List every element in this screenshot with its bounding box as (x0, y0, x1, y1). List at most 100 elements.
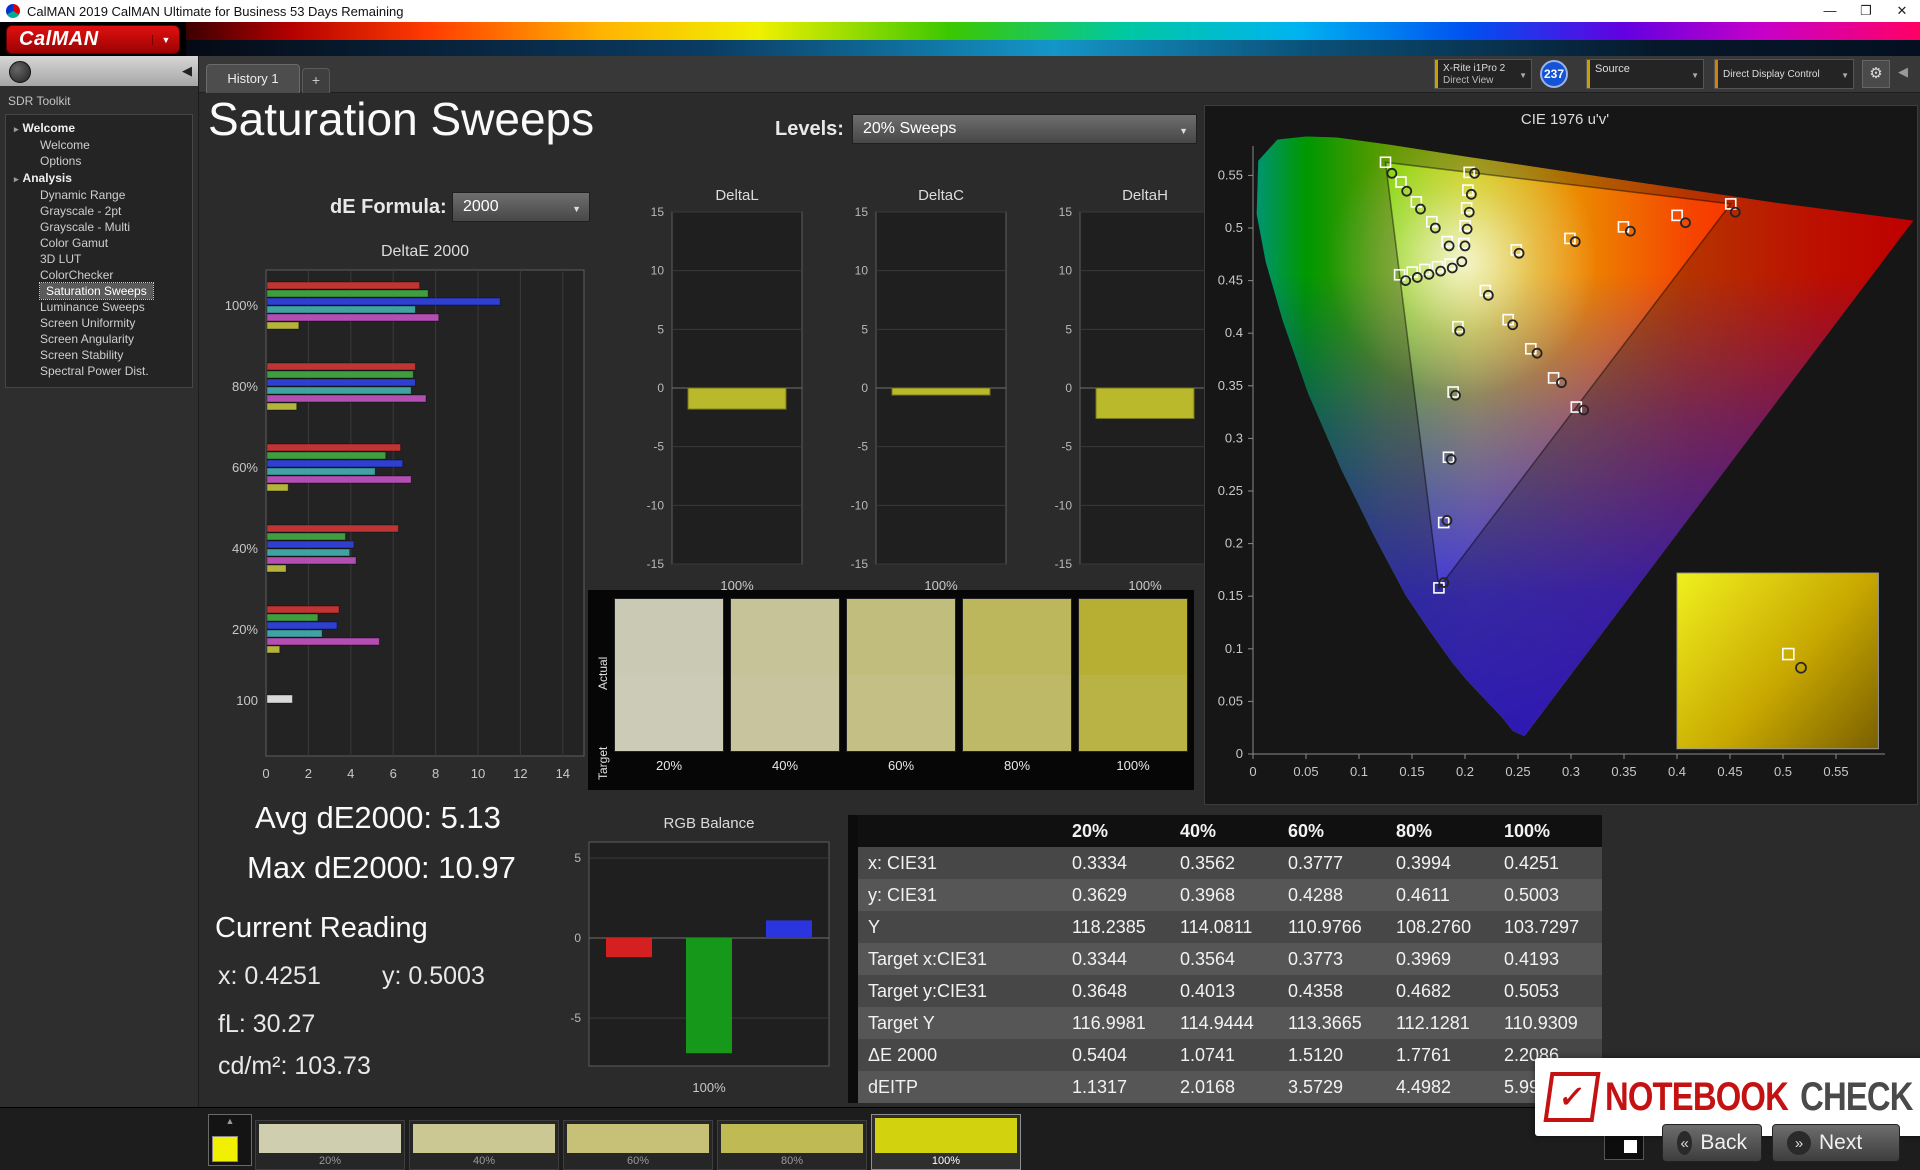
swatch-target (615, 675, 723, 751)
meter-reading-badge[interactable]: 237 (1540, 60, 1568, 88)
svg-text:-15: -15 (851, 557, 869, 571)
levels-dropdown[interactable]: 20% Sweeps ▼ (852, 114, 1197, 144)
sidebar-item-welcome[interactable]: Welcome (6, 137, 192, 153)
swatch-target (963, 675, 1071, 751)
calman-logo-text: CalMAN (7, 28, 152, 51)
table-cell: 0.3994 (1386, 847, 1494, 879)
next-label: Next (1819, 1131, 1862, 1155)
sidebar-item-screen-stability[interactable]: Screen Stability (6, 347, 192, 363)
svg-text:-15: -15 (1055, 557, 1073, 571)
svg-text:0.35: 0.35 (1218, 378, 1243, 393)
svg-text:0.2: 0.2 (1225, 536, 1243, 551)
sidebar-item-options[interactable]: Options (6, 153, 192, 169)
sidebar-item-color-gamut[interactable]: Color Gamut (6, 235, 192, 251)
chevron-left-icon: « (1677, 1131, 1692, 1155)
sidebar-collapse-icon[interactable]: ◀ (182, 63, 192, 79)
svg-text:0.25: 0.25 (1218, 483, 1243, 498)
patch-button-100%[interactable]: 100% (871, 1114, 1021, 1170)
display-control-selector[interactable]: Direct Display Control ▼ (1714, 59, 1854, 89)
patch-label: 60% (564, 1153, 712, 1169)
svg-text:CIE 1976 u'v': CIE 1976 u'v' (1521, 111, 1609, 128)
patch-label: 80% (718, 1153, 866, 1169)
back-button[interactable]: « Back (1662, 1124, 1762, 1162)
swatch-80% (962, 598, 1072, 752)
table-cell: 0.3968 (1170, 879, 1278, 911)
svg-text:0.35: 0.35 (1611, 764, 1636, 779)
settings-gear-icon[interactable]: ⚙ (1862, 60, 1890, 88)
patch-button-40%[interactable]: 40% (409, 1120, 559, 1170)
table-cell: 118.2385 (1062, 911, 1170, 943)
swatch-column-20%: 20% (614, 598, 724, 773)
deltac-chart: 151050-5-10-15DeltaC100% (824, 186, 1014, 606)
collapse-panel-icon[interactable]: ◀ (1898, 64, 1908, 80)
swatch-label: 100% (1078, 758, 1188, 773)
sidebar-item-saturation-sweeps[interactable]: Saturation Sweeps (40, 283, 153, 299)
svg-text:2: 2 (305, 766, 312, 781)
patch-label: 100% (872, 1153, 1020, 1169)
tab-history-1[interactable]: History 1 (206, 64, 300, 93)
deltae-bar (267, 695, 292, 703)
add-tab-button[interactable]: + (302, 68, 330, 93)
swatch-column-60%: 60% (846, 598, 956, 773)
patch-preview-swatch (212, 1136, 238, 1162)
svg-text:10: 10 (471, 766, 485, 781)
swatch-actual (615, 599, 723, 675)
sidebar-item-screen-angularity[interactable]: Screen Angularity (6, 331, 192, 347)
brand-bar: CalMAN ▼ (0, 22, 1920, 56)
svg-text:0.45: 0.45 (1717, 764, 1742, 779)
chevron-down-icon: ▼ (1179, 126, 1188, 136)
source-selector[interactable]: Source ▼ (1586, 59, 1704, 89)
svg-text:10: 10 (1059, 264, 1073, 278)
meter-selector[interactable]: X-Rite i1Pro 2 Direct View ▼ (1434, 59, 1532, 89)
calman-menu-button[interactable]: CalMAN ▼ (6, 25, 180, 54)
current-x: x: 0.4251 (218, 962, 321, 991)
svg-text:4: 4 (347, 766, 354, 781)
sidebar-item-grayscale-multi[interactable]: Grayscale - Multi (6, 219, 192, 235)
sidebar-item-dynamic-range[interactable]: Dynamic Range (6, 187, 192, 203)
sidebar-item-grayscale-2pt[interactable]: Grayscale - 2pt (6, 203, 192, 219)
svg-text:-5: -5 (653, 440, 664, 454)
session-button[interactable] (9, 61, 31, 83)
svg-text:DeltaC: DeltaC (918, 187, 964, 204)
source-label: Source (1595, 63, 1630, 75)
patch-window-preview[interactable]: ▲ (208, 1114, 252, 1166)
deltae-bar (267, 395, 426, 402)
de-formula-dropdown[interactable]: 2000 ▼ (452, 192, 590, 222)
chevron-down-icon: ▼ (1691, 71, 1699, 80)
rgb-bar-green (686, 938, 732, 1053)
patch-button-80%[interactable]: 80% (717, 1120, 867, 1170)
svg-text:0.05: 0.05 (1218, 693, 1243, 708)
svg-text:0.3: 0.3 (1225, 430, 1243, 445)
patch-swatch (567, 1124, 709, 1153)
patch-button-20%[interactable]: 20% (255, 1120, 405, 1170)
sidebar-item-colorchecker[interactable]: ColorChecker (6, 267, 192, 283)
sidebar-item-screen-uniformity[interactable]: Screen Uniformity (6, 315, 192, 331)
svg-text:0: 0 (574, 931, 581, 945)
tree-section-welcome[interactable]: ▸Welcome (6, 119, 192, 137)
svg-text:-5: -5 (570, 1011, 581, 1025)
table-row-label: Target y:CIE31 (858, 975, 1062, 1007)
table-row-label: Target Y (858, 1007, 1062, 1039)
svg-text:80%: 80% (232, 379, 258, 394)
avg-de2000: Avg dE2000: 5.13 (255, 800, 501, 836)
sidebar-item-luminance-sweeps[interactable]: Luminance Sweeps (6, 299, 192, 315)
patch-button-60%[interactable]: 60% (563, 1120, 713, 1170)
table-row: Target x:CIE310.33440.35640.37730.39690.… (858, 943, 1602, 975)
minimize-button[interactable]: — (1812, 0, 1848, 22)
next-button[interactable]: » Next (1772, 1124, 1900, 1162)
tree-section-analysis[interactable]: ▸Analysis (6, 169, 192, 187)
maximize-button[interactable]: ❐ (1848, 0, 1884, 22)
deltae-bar (267, 646, 280, 653)
table-cell: 0.3562 (1170, 847, 1278, 879)
watermark-text-check: CHECK (1800, 1075, 1913, 1120)
spectrum-gradient-strip (186, 22, 1920, 40)
sidebar-item-3d-lut[interactable]: 3D LUT (6, 251, 192, 267)
svg-text:-5: -5 (857, 440, 868, 454)
tree-arrow-icon: ▸ (14, 174, 19, 184)
rgb-bar-red (606, 938, 652, 957)
close-button[interactable]: ✕ (1884, 0, 1920, 22)
sidebar-item-spectral-power-dist-[interactable]: Spectral Power Dist. (6, 363, 192, 379)
meter-name: X-Rite i1Pro 2 (1443, 63, 1505, 74)
table-cell: 0.5053 (1494, 975, 1602, 1007)
table-cell: 2.0168 (1170, 1071, 1278, 1103)
